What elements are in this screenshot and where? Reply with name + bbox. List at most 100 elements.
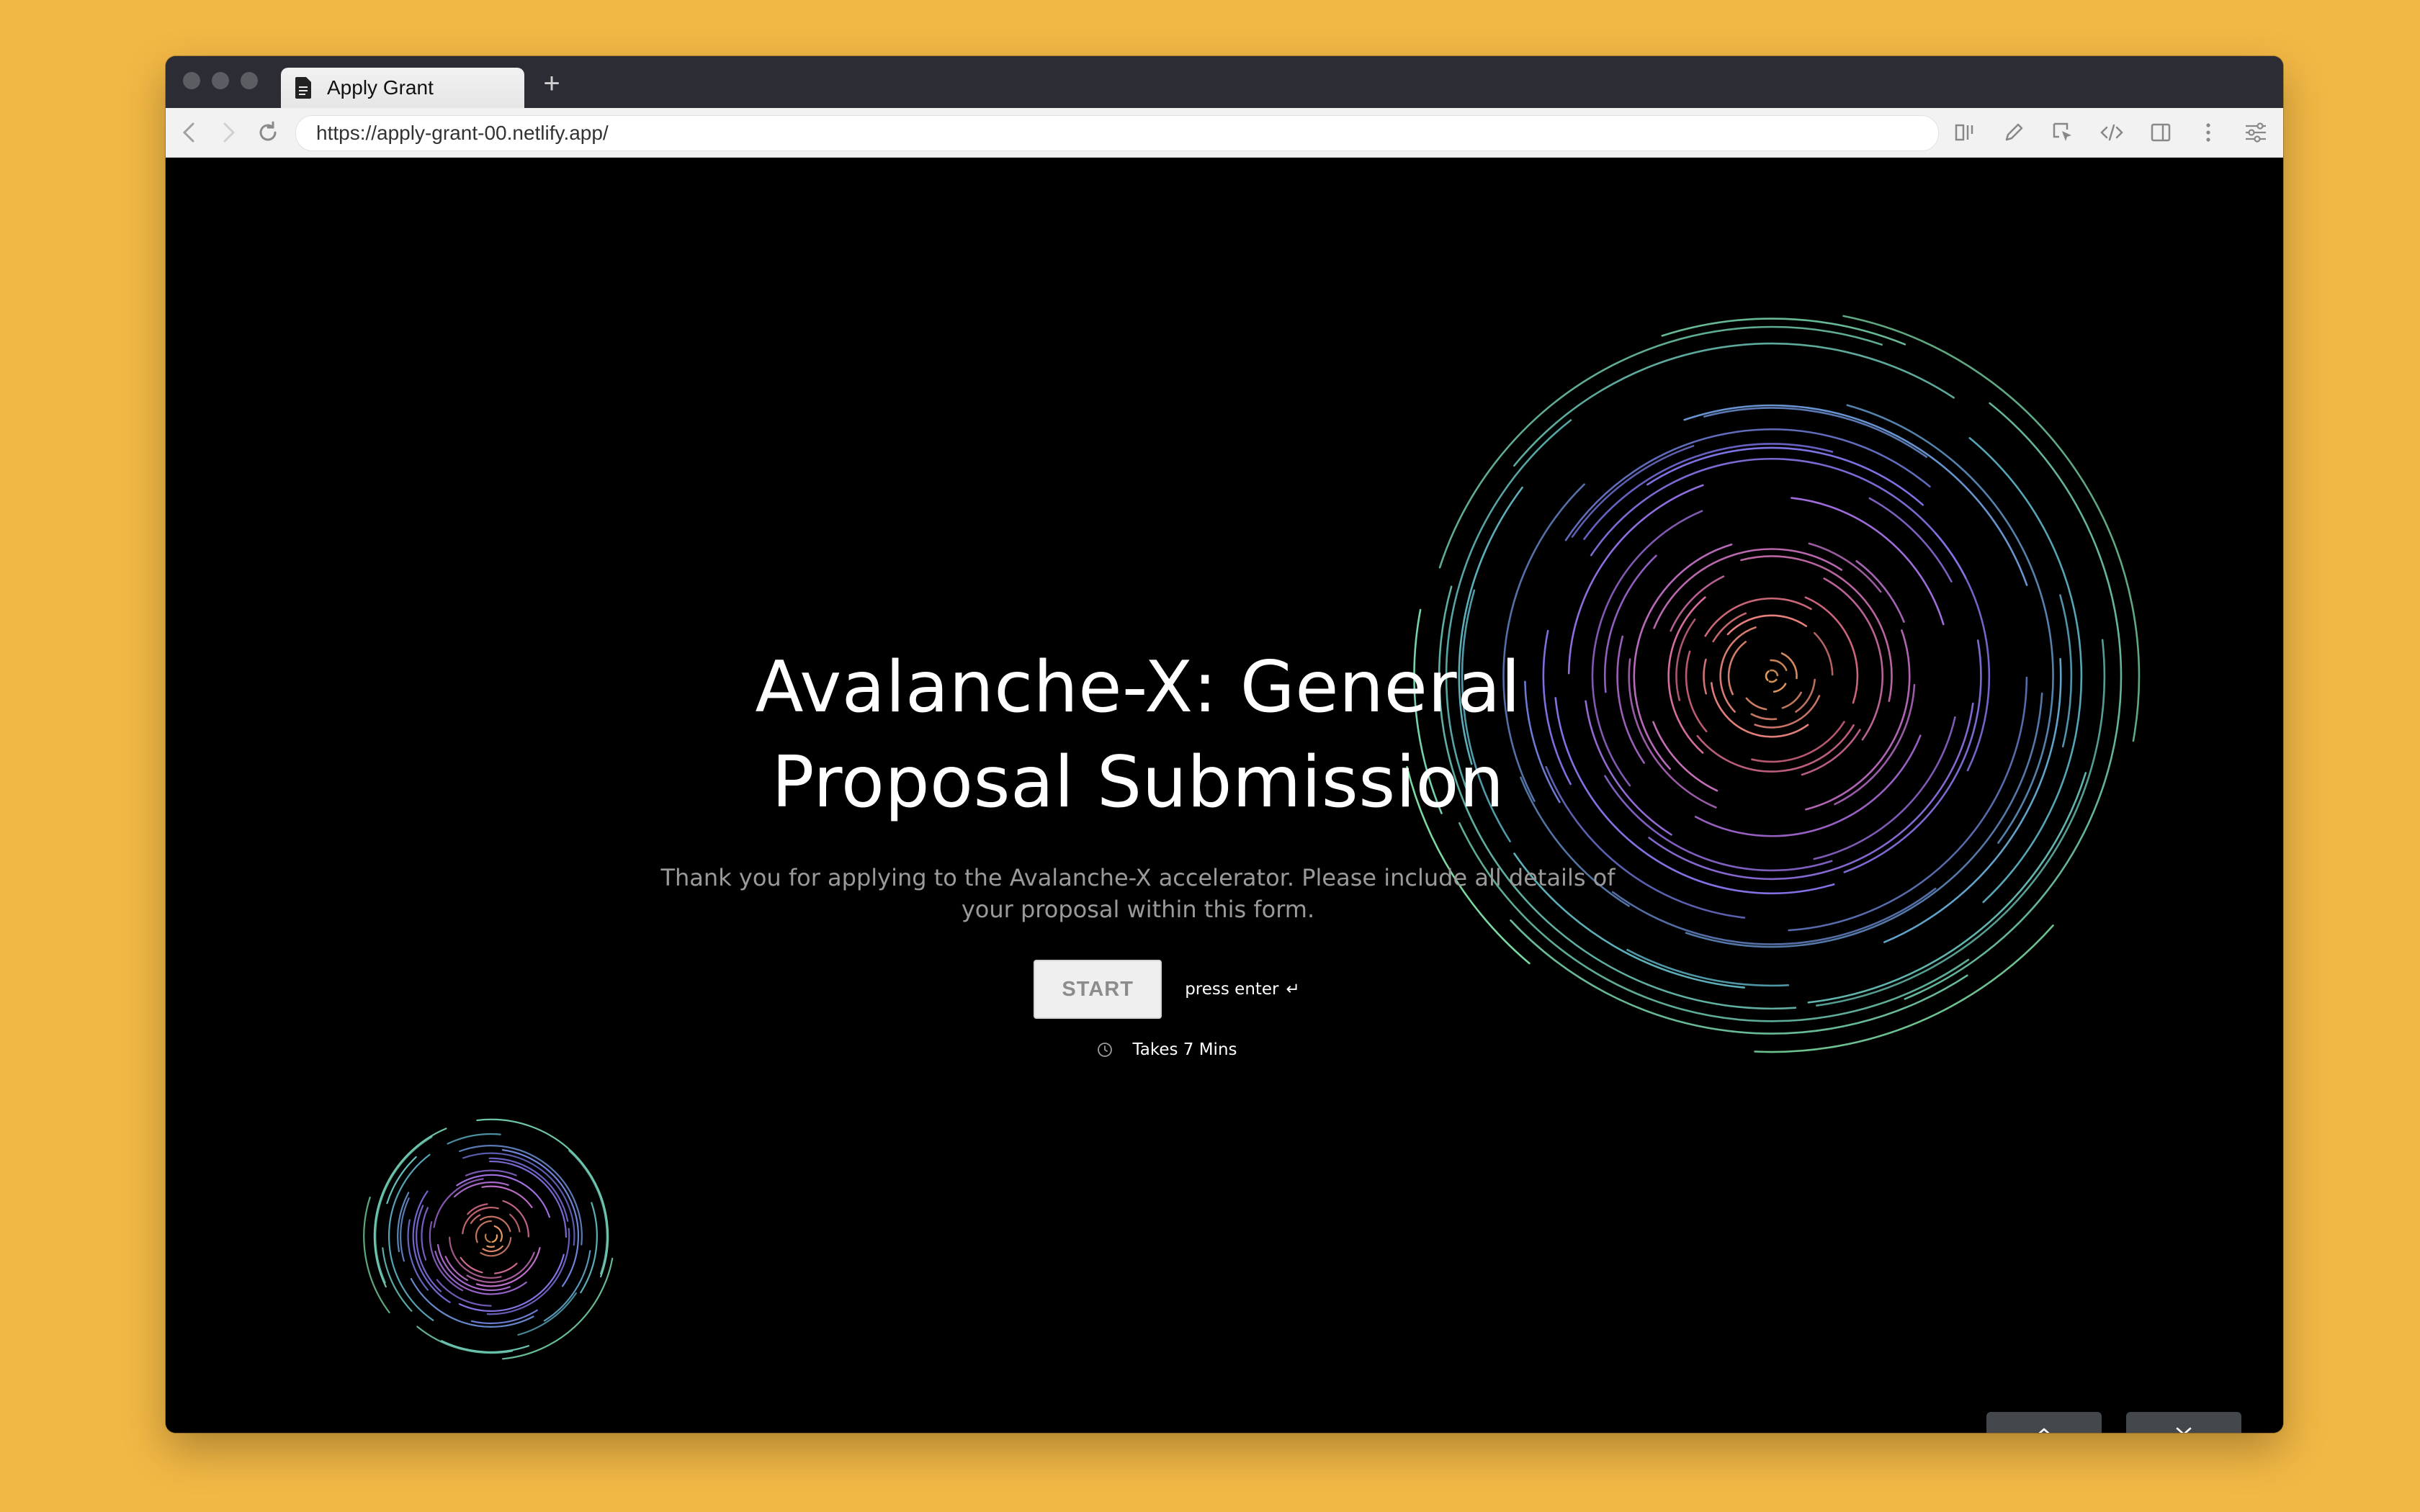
browser-toolbar	[166, 108, 2283, 158]
press-enter-hint: press enter ↵	[1185, 980, 1300, 999]
ring-arc	[475, 1220, 492, 1243]
reload-icon[interactable]	[254, 118, 282, 147]
browser-window: Apply Grant + https://apply-grant-00.net…	[166, 56, 2283, 1433]
ring-arc	[1745, 697, 1767, 711]
press-enter-text: press enter	[1185, 980, 1279, 999]
ring-arc	[488, 1157, 569, 1222]
reader-view-icon[interactable]	[1952, 120, 1978, 145]
ring-arc	[1571, 445, 1695, 538]
ring-arc	[1696, 724, 1855, 773]
double-chevron-up-icon	[2038, 1428, 2050, 1433]
sliders-icon[interactable]	[2243, 120, 2269, 145]
ring-arc	[449, 1236, 502, 1279]
next-question-button[interactable]	[2126, 1412, 2241, 1433]
ring-arc	[1653, 548, 1843, 629]
url-input[interactable]	[315, 121, 1938, 145]
ring-arc	[1813, 716, 1956, 860]
ring-arc	[1883, 657, 2062, 943]
pen-icon[interactable]	[2001, 120, 2027, 145]
ring-arc	[470, 1214, 481, 1224]
ring-arc	[489, 1160, 568, 1238]
ring-arc	[502, 1200, 529, 1238]
ring-arc	[1726, 614, 1807, 636]
ring-arc	[1765, 670, 1770, 681]
ring-arc	[1685, 692, 2043, 948]
ring-arc	[491, 1234, 498, 1243]
ring-arc	[580, 1202, 598, 1294]
ring-arc	[1754, 695, 1821, 729]
ring-arc	[1834, 683, 1916, 806]
ring-arc	[1712, 612, 1747, 643]
double-chevron-down-icon	[2176, 1427, 2192, 1433]
ring-arc	[1816, 639, 2106, 1007]
ring-arc	[1868, 497, 1953, 582]
ring-arc	[436, 1243, 511, 1292]
back-icon[interactable]	[176, 118, 205, 147]
ring-arc	[1842, 315, 2141, 742]
ring-arc	[1768, 678, 1778, 683]
ring-arc	[458, 1254, 565, 1312]
ring-arc	[517, 1292, 577, 1336]
ring-arc	[466, 1251, 535, 1283]
ring-arc	[1750, 713, 1778, 721]
previous-question-button[interactable]	[1986, 1412, 2102, 1433]
clock-icon	[1098, 1043, 1113, 1057]
ring-arc	[1781, 691, 1802, 709]
browser-tab[interactable]: Apply Grant	[281, 68, 524, 108]
duration-hint: Takes 7 Mins	[627, 1040, 1707, 1059]
minimize-window-button[interactable]	[212, 72, 229, 89]
ring-arc	[1843, 639, 1982, 873]
ring-arc	[467, 1203, 488, 1215]
ring-arc	[484, 1233, 491, 1243]
ring-arc	[1711, 682, 1809, 738]
ring-arc	[412, 1190, 451, 1303]
ring-arc	[1727, 641, 1747, 696]
ring-arc	[441, 1340, 530, 1353]
cursor-select-icon[interactable]	[2050, 120, 2076, 145]
enter-key-icon: ↵	[1286, 980, 1300, 999]
ring-arc	[421, 1207, 429, 1261]
ring-arc	[433, 1178, 484, 1228]
ring-arc	[475, 1247, 541, 1287]
welcome-section: Avalanche-X: General Proposal Submission…	[569, 640, 1707, 1059]
duration-text: Takes 7 Mins	[1132, 1040, 1237, 1059]
ring-arc	[447, 1133, 501, 1145]
page-title: Avalanche-X: General Proposal Submission	[755, 647, 1521, 824]
ring-arc	[494, 1262, 518, 1274]
ring-arc	[387, 1153, 434, 1321]
ring-arc	[1646, 446, 1924, 506]
tab-title: Apply Grant	[327, 76, 434, 99]
ring-arc	[470, 1309, 538, 1325]
ring-arc	[1904, 402, 2123, 1000]
title-bar: Apply Grant +	[166, 56, 2283, 108]
close-window-button[interactable]	[183, 72, 200, 89]
ring-arc	[481, 1185, 533, 1208]
ring-arc	[509, 1213, 521, 1233]
ring-arc	[2059, 594, 2073, 748]
page-description: Thank you for applying to the Avalanche-…	[660, 864, 1615, 923]
new-tab-button[interactable]: +	[536, 68, 568, 99]
zoom-window-button[interactable]	[241, 72, 258, 89]
ring-arc	[454, 1182, 509, 1198]
forward-icon[interactable]	[213, 118, 242, 147]
ring-arc	[1770, 659, 1788, 671]
document-icon	[295, 77, 311, 99]
ring-arc	[1719, 626, 1757, 713]
spiral-rings-decoration-small	[363, 1118, 614, 1360]
sidebar-icon[interactable]	[2148, 120, 2174, 145]
ring-arc	[1583, 443, 1834, 540]
code-icon[interactable]	[2099, 120, 2125, 145]
ring-arc	[476, 1118, 609, 1278]
more-icon[interactable]	[2195, 120, 2221, 145]
start-row: START press enter ↵	[627, 960, 1707, 1019]
ring-arc	[1823, 577, 1883, 741]
start-button[interactable]: START	[1034, 960, 1162, 1019]
window-controls	[183, 72, 258, 89]
ring-arc	[1808, 542, 1882, 593]
address-bar[interactable]	[295, 115, 1939, 151]
ring-arc	[1773, 683, 1787, 693]
ring-arc	[382, 1247, 413, 1312]
ring-arc	[486, 1245, 496, 1248]
ring-arc	[1770, 669, 1779, 677]
ring-arc	[1805, 629, 1911, 811]
